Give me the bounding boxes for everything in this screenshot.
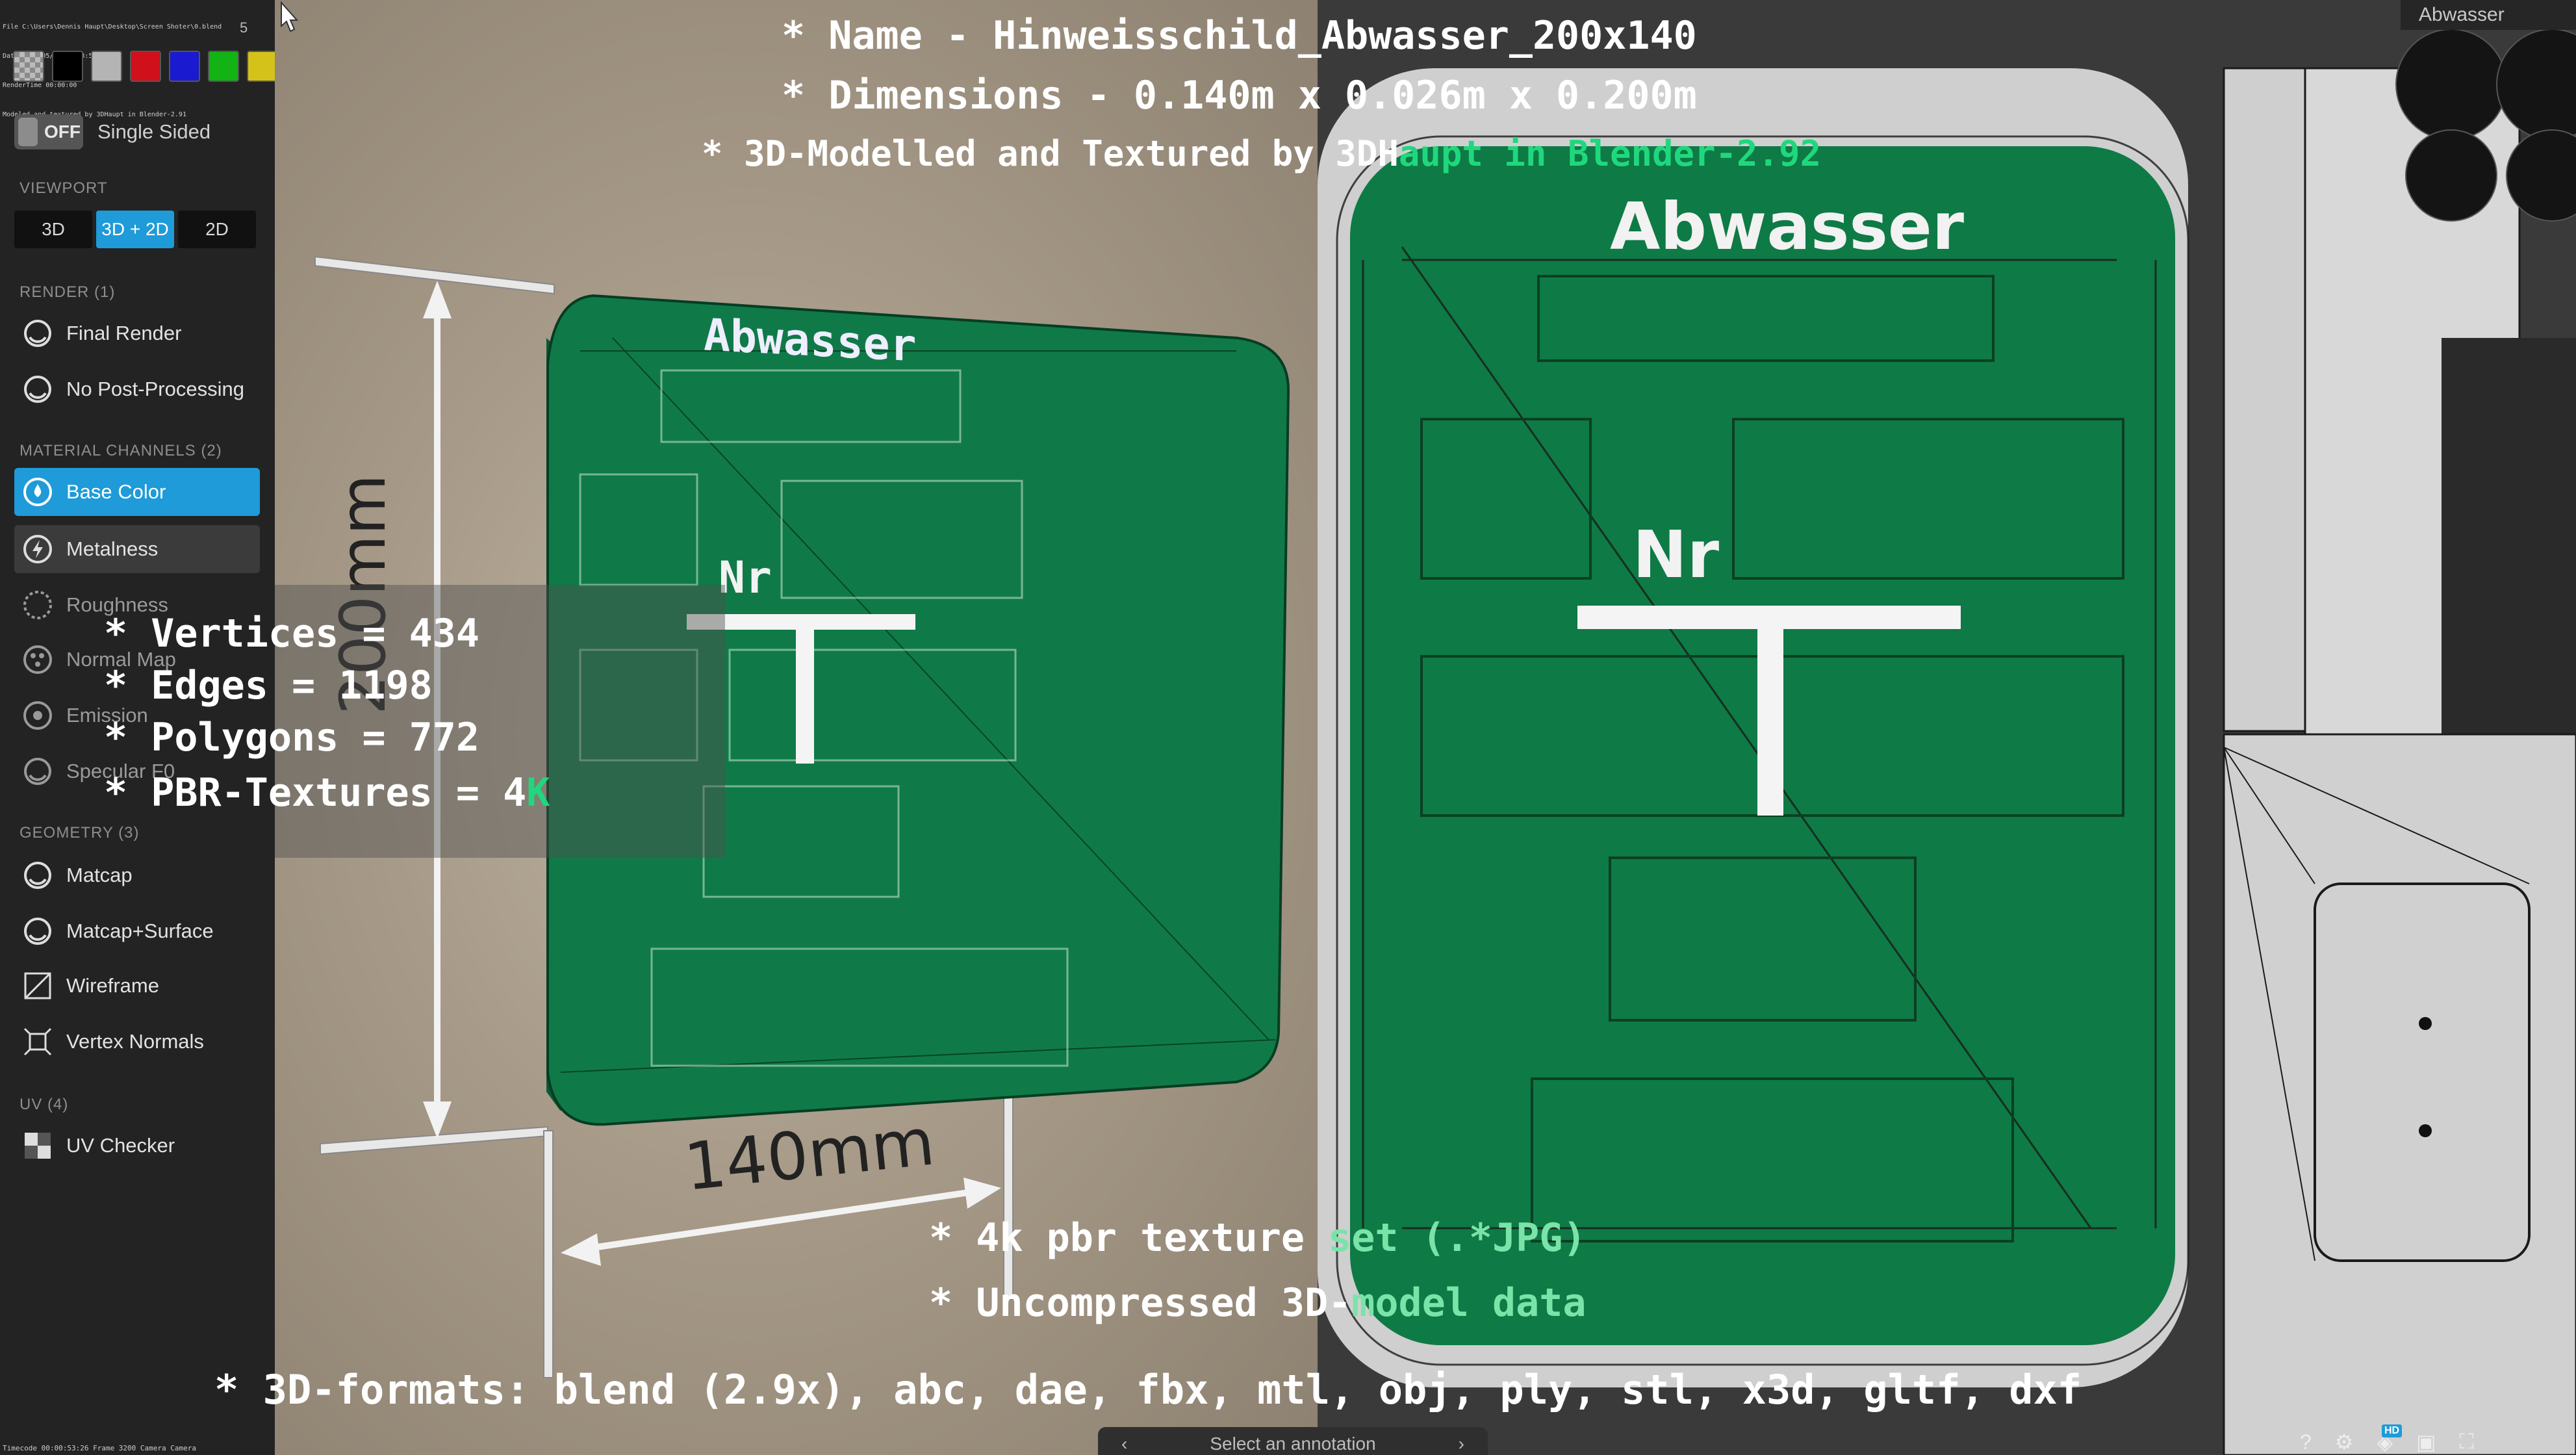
swatch-checker[interactable] bbox=[13, 51, 44, 82]
swatch-red[interactable] bbox=[130, 51, 161, 82]
gear-icon[interactable]: ⚙ bbox=[2335, 1430, 2354, 1454]
matcap-item[interactable]: Matcap bbox=[14, 851, 260, 899]
uv-sign-title: Abwasser bbox=[1610, 188, 1965, 264]
hd-badge: HD bbox=[2382, 1424, 2403, 1437]
material-section-title: MATERIAL CHANNELS (2) bbox=[19, 442, 222, 459]
help-icon[interactable]: ? bbox=[2300, 1430, 2312, 1454]
wireframe-label: Wireframe bbox=[66, 974, 159, 997]
uv-section-title: UV (4) bbox=[19, 1096, 69, 1113]
vertex-normals-label: Vertex Normals bbox=[66, 1030, 204, 1053]
no-post-processing-item[interactable]: No Post-Processing bbox=[14, 365, 260, 413]
texture-prefix: * 4k pbr texture bbox=[929, 1215, 1329, 1261]
overlay-pbr-textures: * PBR-Textures = 4K bbox=[104, 770, 550, 816]
single-sided-toggle[interactable]: OFF bbox=[14, 114, 83, 149]
wireframe-icon bbox=[21, 969, 55, 1003]
uncompressed-prefix: * Uncompressed 3D- bbox=[929, 1280, 1352, 1326]
fullscreen-icon[interactable]: ⛶ bbox=[2459, 1430, 2473, 1454]
top-number: 5 bbox=[240, 19, 248, 36]
sun-icon bbox=[21, 699, 55, 732]
overlay-texture-set: * 4k pbr texture set (.*JPG) bbox=[929, 1215, 1586, 1261]
pbr-suffix: K bbox=[526, 770, 550, 816]
pbr-prefix: * PBR-Textures = 4 bbox=[104, 770, 527, 816]
sphere-icon bbox=[21, 754, 55, 788]
overlay-dimensions-line: * Dimensions - 0.140m x 0.026m x 0.200m bbox=[782, 73, 1697, 118]
sphere-icon bbox=[21, 858, 55, 892]
credit-suffix: aupt in Blender-2.92 bbox=[1398, 133, 1822, 174]
overlay-formats: * 3D-formats: blend (2.9x), abc, dae, fb… bbox=[214, 1366, 2082, 1413]
roughness-icon bbox=[21, 588, 55, 622]
base-color-item[interactable]: Base Color bbox=[14, 468, 260, 516]
sphere-icon bbox=[21, 372, 55, 406]
uv-checker-label: UV Checker bbox=[66, 1134, 175, 1157]
viewport-mode-group: 3D 3D + 2D 2D bbox=[14, 211, 256, 248]
render-section-title: RENDER (1) bbox=[19, 283, 116, 301]
swatch-black[interactable] bbox=[52, 51, 83, 82]
viewport-section-title: VIEWPORT bbox=[19, 179, 108, 197]
lightning-icon bbox=[21, 532, 55, 566]
overlay-uncompressed: * Uncompressed 3D-model data bbox=[929, 1280, 1586, 1326]
overlay-edges: * Edges = 1198 bbox=[104, 663, 433, 708]
vertex-normals-item[interactable]: Vertex Normals bbox=[14, 1018, 260, 1066]
overlay-name-line: * Name - Hinweisschild_Abwasser_200x140 bbox=[782, 13, 1697, 58]
sphere-icon bbox=[21, 914, 55, 948]
swatch-green[interactable] bbox=[208, 51, 239, 82]
sign-nr-3d: Nr bbox=[719, 552, 772, 604]
background-swatches bbox=[13, 51, 278, 82]
timecode: Timecode 00:00:53:26 Frame 3200 Camera C… bbox=[3, 1444, 197, 1452]
matcap-surface-label: Matcap+Surface bbox=[66, 920, 214, 942]
toggle-state: OFF bbox=[44, 122, 81, 142]
overlay-vertices: * Vertices = 434 bbox=[104, 611, 479, 656]
texture-suffix: set (.*JPG) bbox=[1328, 1215, 1587, 1261]
next-annotation-button[interactable]: › bbox=[1459, 1434, 1464, 1454]
swatch-blue[interactable] bbox=[169, 51, 200, 82]
file-path: File C:\Users\Dennis Haupt\Desktop\Scree… bbox=[3, 23, 222, 31]
annotation-selector[interactable]: ‹ Select an annotation › bbox=[1098, 1427, 1488, 1455]
toggle-knob bbox=[18, 118, 38, 146]
view-2d-button[interactable]: 2D bbox=[178, 211, 256, 248]
final-render-item[interactable]: Final Render bbox=[14, 309, 260, 357]
single-sided-row: OFF Single Sided bbox=[14, 114, 210, 149]
matcap-label: Matcap bbox=[66, 864, 133, 886]
matcap-surface-item[interactable]: Matcap+Surface bbox=[14, 907, 260, 955]
vertex-normals-icon bbox=[21, 1025, 55, 1059]
screenshot-icon[interactable]: ▣ bbox=[2416, 1430, 2436, 1454]
checker-icon bbox=[21, 1129, 55, 1163]
normal-map-icon bbox=[21, 643, 55, 676]
render-time: RenderTime 00:00:00 bbox=[3, 82, 77, 89]
credit-prefix: * 3D-Modelled and Textured by 3DH bbox=[702, 133, 1399, 174]
prev-annotation-button[interactable]: ‹ bbox=[1121, 1434, 1127, 1454]
wireframe-item[interactable]: Wireframe bbox=[14, 962, 260, 1010]
final-render-label: Final Render bbox=[66, 322, 182, 344]
sphere-icon bbox=[21, 316, 55, 350]
uv-checker-item[interactable]: UV Checker bbox=[14, 1122, 260, 1170]
uv-sign-nr: Nr bbox=[1633, 517, 1720, 593]
overlay-credit-line: * 3D-Modelled and Textured by 3DHaupt in… bbox=[702, 133, 1821, 174]
metalness-item[interactable]: Metalness bbox=[14, 525, 260, 573]
overlay-polygons: * Polygons = 772 bbox=[104, 715, 479, 760]
view-3d-button[interactable]: 3D bbox=[14, 211, 92, 248]
geometry-section-title: GEOMETRY (3) bbox=[19, 824, 140, 842]
view-3d-2d-button[interactable]: 3D + 2D bbox=[96, 211, 174, 248]
single-sided-label: Single Sided bbox=[97, 120, 211, 143]
annotation-placeholder: Select an annotation bbox=[1210, 1434, 1376, 1454]
uncompressed-suffix: model data bbox=[1351, 1280, 1587, 1326]
base-color-label: Base Color bbox=[66, 480, 166, 503]
droplet-icon bbox=[21, 475, 55, 509]
swatch-yellow[interactable] bbox=[247, 51, 278, 82]
swatch-grey[interactable] bbox=[91, 51, 122, 82]
mouse-cursor-icon bbox=[281, 1, 299, 32]
uv-material-label: Abwasser bbox=[2401, 0, 2576, 30]
metalness-label: Metalness bbox=[66, 537, 159, 560]
no-post-processing-label: No Post-Processing bbox=[66, 378, 244, 400]
